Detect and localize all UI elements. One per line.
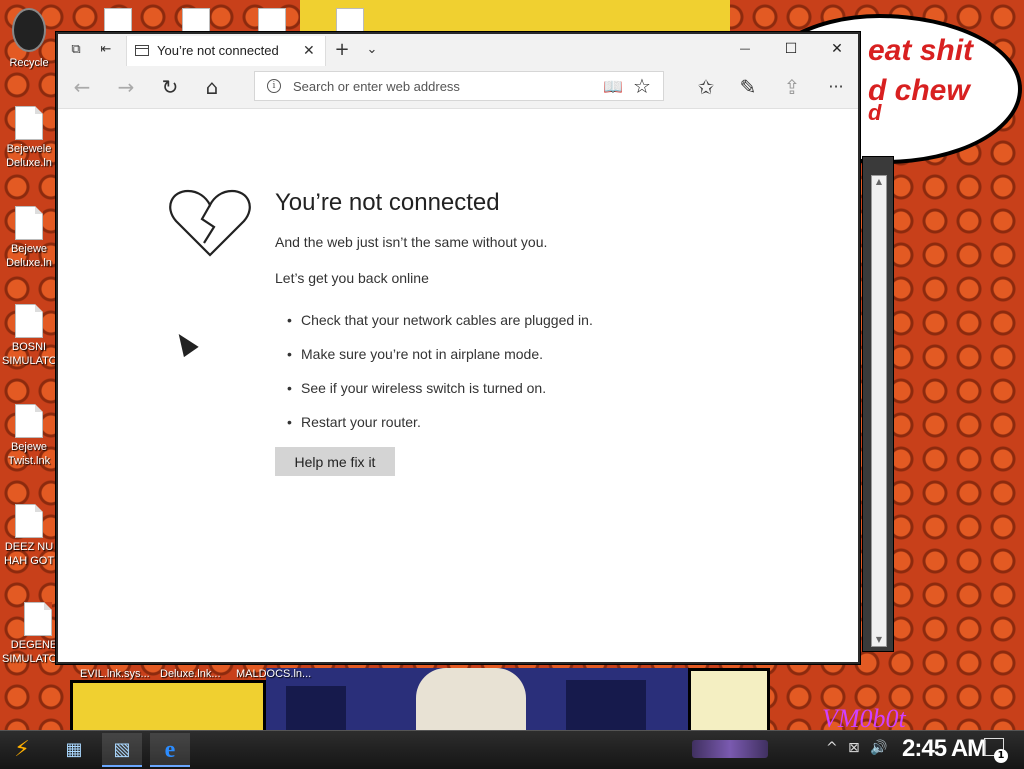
wallpaper-text-line4: w — [868, 130, 884, 152]
address-input[interactable]: Search or enter web address — [293, 79, 460, 94]
show-hidden-icons-chevron-icon[interactable]: ^ — [826, 740, 838, 756]
desktop-icon-label: Bejewe — [10, 441, 48, 453]
title-bar: ⧉ ⇤ You’re not connected ✕ + ⌄ — ☐ ✕ — [58, 34, 858, 66]
maximize-button[interactable]: ☐ — [768, 34, 814, 64]
page-icon — [135, 45, 149, 56]
close-window-button[interactable]: ✕ — [814, 34, 860, 64]
desktop-icon-label: Bejewe — [10, 243, 48, 255]
more-menu-icon[interactable]: ··· — [822, 74, 850, 100]
network-disconnected-icon[interactable]: ⊠ — [848, 740, 860, 756]
tab-list-chevron-icon[interactable]: ⌄ — [364, 42, 380, 58]
desktop-icon-label: SIMULATO — [2, 355, 56, 367]
web-note-pen-icon[interactable]: ✎ — [734, 74, 762, 100]
add-favorite-star-icon[interactable]: ☆ — [633, 74, 651, 98]
desktop-icon-label-deluxe[interactable]: Deluxe.lnk... — [160, 668, 221, 680]
tab-not-connected[interactable]: You’re not connected ✕ — [126, 36, 326, 66]
new-tab-icon[interactable]: + — [334, 41, 350, 59]
minimize-button[interactable]: — — [722, 34, 768, 64]
file-icon — [15, 304, 43, 338]
start-button[interactable]: ⚡ — [6, 735, 38, 765]
wallpaper-yellow-bottom-left — [70, 680, 266, 736]
desktop-icon-label-maldocs[interactable]: MALDOCS.ln... — [236, 668, 311, 680]
desktop-icon-bosnia-simulator[interactable]: BOSNI SIMULATO — [2, 304, 56, 368]
taskbar-app-explorer[interactable]: ▦ — [54, 733, 94, 767]
tip-item: See if your wireless switch is turned on… — [287, 379, 593, 413]
taskbar-clock[interactable]: 2:45 AM — [902, 735, 987, 763]
page-content: You’re not connected And the web just is… — [58, 109, 858, 662]
error-subtitle: And the web just isn’t the same without … — [275, 234, 548, 250]
desktop-icon-label: Bejewele — [6, 143, 52, 155]
wallpaper-text-line1: eat shit — [868, 34, 974, 67]
recycle-bin-icon — [12, 8, 46, 52]
volume-icon[interactable]: 🔊 — [870, 740, 887, 756]
info-icon[interactable]: i — [267, 79, 281, 93]
help-me-fix-it-button[interactable]: Help me fix it — [275, 447, 395, 476]
taskbar-decoration — [692, 740, 768, 758]
desktop-icon-bejeweled-twist[interactable]: Bejewe Twist.lnk — [2, 404, 56, 468]
close-tab-icon[interactable]: ✕ — [303, 43, 315, 59]
desktop-icon-label: BOSNI — [11, 341, 47, 353]
tip-item: Check that your network cables are plugg… — [287, 311, 593, 345]
desktop-icon-label: DEEZ NU — [4, 541, 54, 553]
set-tabs-aside-icon[interactable]: ⇤ — [98, 42, 114, 58]
notification-count-badge: 1 — [994, 749, 1008, 763]
taskbar: ⚡ ▦ ▧ e ^ ⊠ 🔊 2:45 AM 1 — [0, 730, 1024, 769]
taskbar-app-paint[interactable]: ▧ — [102, 733, 142, 767]
address-bar[interactable]: i Search or enter web address 📖 ☆ — [254, 71, 664, 101]
broken-heart-icon — [169, 189, 251, 257]
wallpaper-city-panel — [266, 668, 688, 730]
reading-view-icon[interactable]: 📖 — [603, 77, 623, 96]
tip-item: Restart your router. — [287, 413, 593, 447]
desktop-icon-label: Deluxe.ln — [6, 157, 52, 169]
desktop-icon-label: Twist.lnk — [7, 455, 51, 467]
file-icon — [15, 106, 43, 140]
wallpaper-text-line3: d — [868, 100, 882, 125]
troubleshooting-list: Check that your network cables are plugg… — [287, 311, 593, 447]
navigation-bar: ← → ↻ ⌂ i Search or enter web address 📖 … — [58, 66, 858, 109]
desktop-icon-deez-nuts[interactable]: DEEZ NU HAH GOT — [2, 504, 56, 568]
tab-title: You’re not connected — [157, 43, 279, 58]
desktop-icon-recycle-bin[interactable]: Recycle — [2, 8, 56, 70]
share-icon[interactable]: ⇪ — [778, 74, 806, 100]
desktop-icon-bejeweled-2[interactable]: Bejewe Deluxe.ln — [2, 206, 56, 270]
file-icon — [15, 404, 43, 438]
background-window: ▲ ▼ — [862, 156, 894, 652]
background-window-scrollbar[interactable]: ▲ ▼ — [871, 175, 887, 647]
tab-manager-icon[interactable]: ⧉ — [68, 42, 84, 58]
desktop-icon-label: Recycle — [9, 57, 49, 69]
refresh-button[interactable]: ↻ — [156, 74, 184, 100]
file-icon — [15, 206, 43, 240]
desktop-icon-bejeweled-1[interactable]: Bejewele Deluxe.ln — [2, 106, 56, 170]
desktop-icon-label: Deluxe.ln — [6, 257, 52, 269]
file-icon — [24, 602, 52, 636]
wallpaper-cream-panel — [688, 668, 770, 736]
error-title: You’re not connected — [275, 189, 500, 216]
desktop-icon-label: HAH GOT — [3, 555, 55, 567]
home-button[interactable]: ⌂ — [198, 74, 226, 100]
file-icon — [15, 504, 43, 538]
back-button[interactable]: ← — [68, 74, 96, 100]
wallpaper-text-line2: d chew — [868, 74, 970, 107]
back-online-text: Let’s get you back online — [275, 270, 429, 286]
taskbar-app-edge[interactable]: e — [150, 733, 190, 767]
wallpaper-yellow-top — [300, 0, 730, 34]
forward-button[interactable]: → — [112, 74, 140, 100]
tip-item: Make sure you’re not in airplane mode. — [287, 345, 593, 379]
favorites-hub-icon[interactable]: ✩ — [692, 74, 720, 100]
desktop-icon-label-evil[interactable]: EVIL.lnk.sys... — [80, 668, 150, 680]
